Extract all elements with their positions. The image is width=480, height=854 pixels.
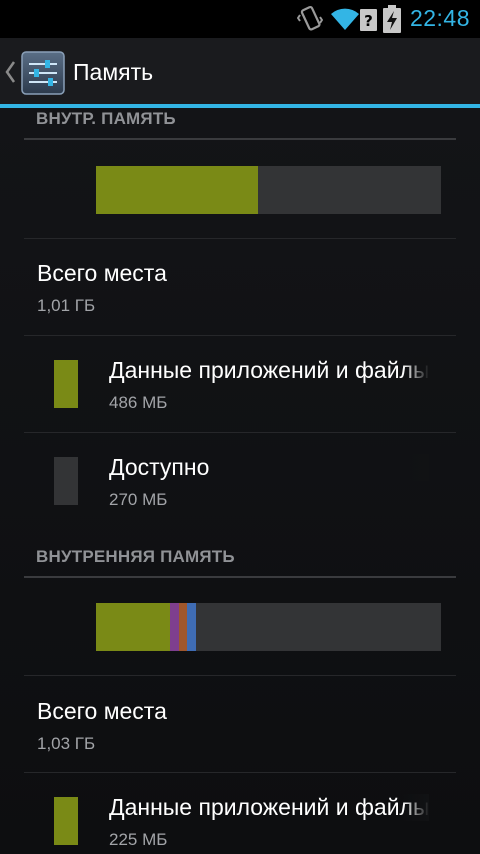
settings-sliders-icon[interactable] [20,50,66,100]
signal-unknown-icon: ? [360,5,378,37]
color-swatch [54,360,78,408]
divider [24,772,456,773]
storage-list[interactable]: ВНУТР. ПАМЯТЬ Всего места 1,01 ГБ Данные… [0,108,480,854]
usage-segment-brown [178,603,188,651]
category-label: Данные приложений и файлы [109,794,429,821]
section-header-internal: ВНУТРЕННЯЯ ПАМЯТЬ [24,536,456,578]
section-header-label: ВНУТР. ПАМЯТЬ [36,109,176,128]
usage-segment-available [196,603,441,651]
divider [24,335,456,336]
action-bar: Память [0,38,480,108]
status-time: 22:48 [409,5,470,31]
category-value: 270 МБ [109,490,168,509]
divider [24,675,456,676]
divider [24,432,456,433]
total-space-label: Всего места [37,698,167,724]
usage-segment-available [258,166,441,214]
total-space-value: 1,01 ГБ [37,296,96,315]
wifi-icon [330,5,360,37]
divider [24,238,456,239]
color-swatch [54,797,78,845]
usage-bar [96,603,441,651]
page-title: Память [73,59,154,85]
vibrate-icon [296,5,324,37]
status-bar: ? 22:48 [0,0,480,38]
usage-segment-apps [96,166,259,214]
total-space-value: 1,03 ГБ [37,734,96,753]
battery-charging-icon [383,5,401,39]
color-swatch [54,457,78,505]
category-value: 486 МБ [109,393,168,412]
category-label: Данные приложений и файлы [109,357,429,384]
category-value: 225 МБ [109,830,168,849]
total-space-label: Всего места [37,260,167,286]
chevron-left-icon[interactable] [3,58,17,90]
usage-segment-purple [170,603,179,651]
usage-segment-apps [96,603,171,651]
section-header-label: ВНУТРЕННЯЯ ПАМЯТЬ [36,547,235,566]
section-header-internal-short: ВНУТР. ПАМЯТЬ [24,108,456,140]
usage-bar [96,166,441,214]
usage-segment-blue [187,603,197,651]
svg-text:?: ? [364,12,373,30]
category-label: Доступно [109,454,429,481]
